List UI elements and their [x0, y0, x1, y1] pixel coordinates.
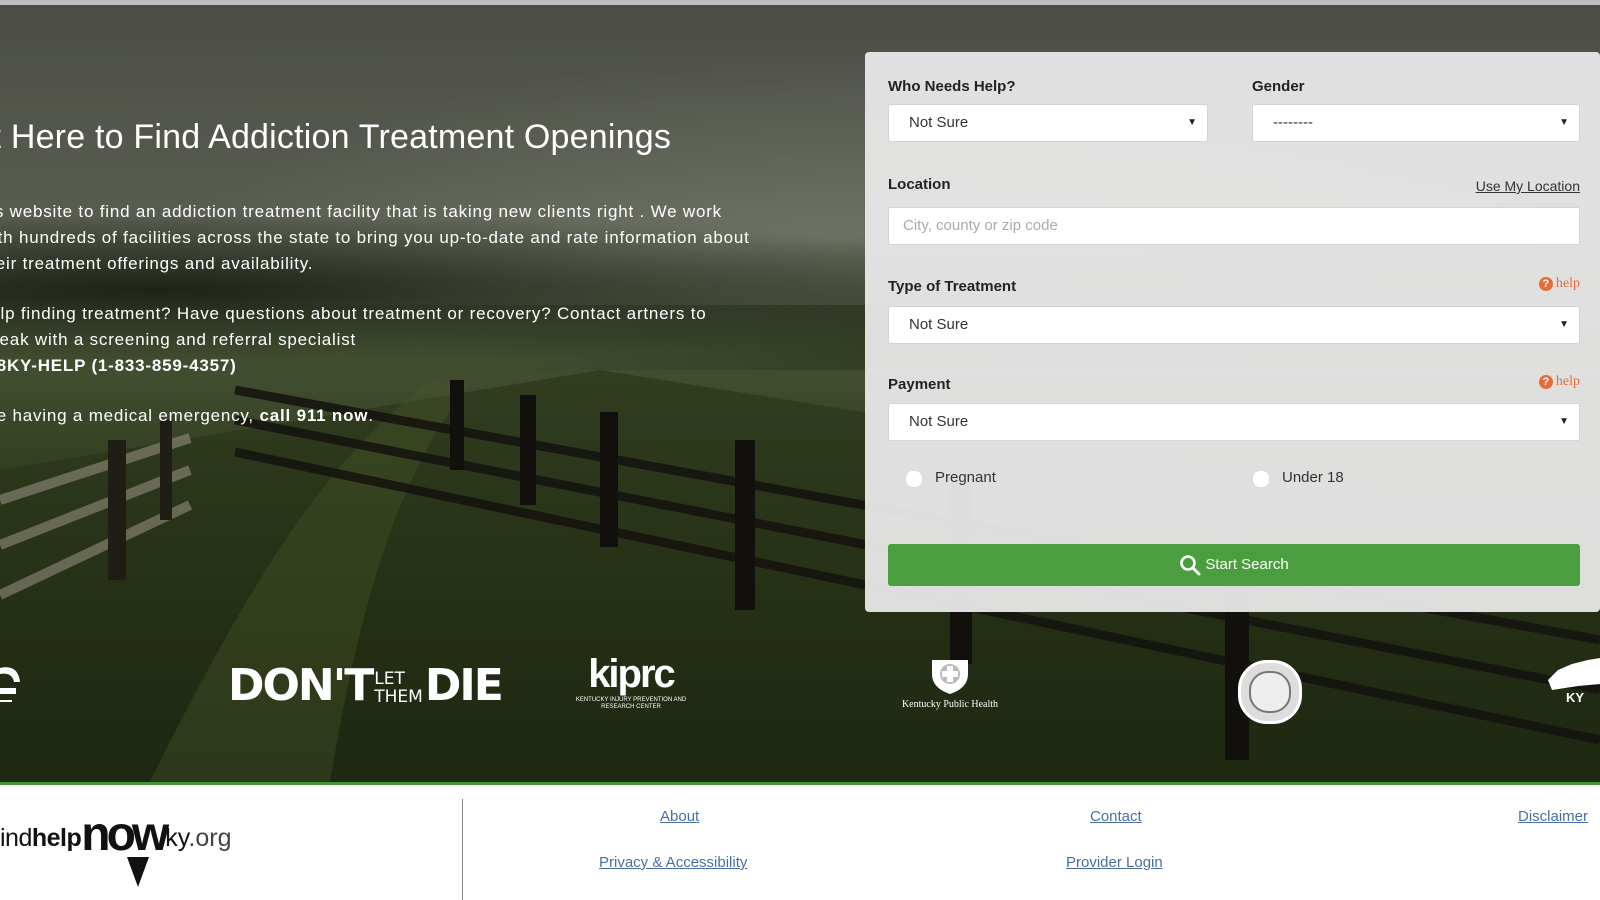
chevron-down-icon: ▼	[1559, 117, 1569, 128]
location-label: Location	[888, 176, 951, 193]
location-placeholder: City, county or zip code	[903, 217, 1058, 234]
treatment-help-text: help	[1555, 276, 1580, 291]
use-my-location-link[interactable]: Use My Location	[1476, 178, 1580, 194]
gender-label: Gender	[1252, 78, 1305, 95]
pregnant-label: Pregnant	[935, 469, 996, 486]
question-icon: ?	[1538, 375, 1553, 389]
question-icon: ?	[1538, 277, 1553, 291]
dont-let-them-die-logo: DON'T LET THEMDIE	[228, 660, 504, 711]
start-search-button[interactable]: Start Search	[888, 544, 1580, 586]
payment-help-link[interactable]: ? help	[1538, 374, 1580, 390]
treatment-type-select[interactable]: Not Sure ▼	[888, 306, 1580, 344]
kiprc-subtitle: KENTUCKY INJURY PREVENTION AND RESEARCH …	[575, 697, 687, 710]
brand-help: help	[31, 824, 82, 852]
payment-select[interactable]: Not Sure ▼	[888, 403, 1580, 441]
hero-section: rt Here to Find Addiction Treatment Open…	[0, 0, 1600, 782]
state-seal-inner	[1249, 671, 1291, 713]
findhelpnowky-logo[interactable]: indhelpnowky.org	[0, 807, 232, 887]
who-needs-help-label: Who Needs Help?	[888, 78, 1016, 95]
partner-logo-left	[0, 667, 20, 702]
emergency-suffix: .	[368, 406, 374, 425]
search-icon	[1180, 555, 1201, 576]
brand-ky: ky	[165, 824, 189, 852]
hero-intro: his website to find an addiction treatme…	[0, 202, 750, 273]
chevron-down-icon: ▼	[1559, 319, 1569, 330]
footer-link-privacy[interactable]: Privacy & Accessibility	[599, 854, 747, 871]
state-seal-logo	[1238, 660, 1302, 724]
footer-link-about[interactable]: About	[660, 808, 699, 825]
hero-text: rt Here to Find Addiction Treatment Open…	[0, 118, 760, 453]
search-form-panel: Who Needs Help? Not Sure ▼ Gender ------…	[865, 52, 1600, 612]
payment-value: Not Sure	[909, 413, 969, 430]
dltd-them: THEM	[374, 687, 423, 707]
dltd-let-them: LET THEM	[374, 670, 423, 706]
brand-org: .org	[188, 824, 232, 852]
footer-link-disclaimer[interactable]: Disclaimer	[1518, 808, 1588, 825]
hotline-number[interactable]: 3-8KY-HELP (1-833-859-4357)	[0, 356, 237, 375]
emergency-action: call 911 now	[259, 406, 369, 425]
page-title: rt Here to Find Addiction Treatment Open…	[0, 118, 672, 156]
map-pin-icon	[127, 857, 149, 887]
gender-select[interactable]: -------- ▼	[1252, 104, 1580, 142]
under-18-checkbox[interactable]	[1252, 470, 1270, 488]
treatment-type-value: Not Sure	[909, 316, 969, 333]
kph-name: Kentucky Public Health	[901, 699, 999, 710]
start-search-label: Start Search	[1205, 556, 1289, 573]
shield-icon	[932, 660, 968, 694]
brand-now: now	[81, 808, 169, 861]
hero-help-copy: help finding treatment? Have questions a…	[0, 304, 707, 349]
who-needs-help-select[interactable]: Not Sure ▼	[888, 104, 1208, 142]
footer: indhelpnowky.org About Contact Disclaime…	[0, 785, 1600, 900]
kentucky-public-health-logo: Kentucky Public Health	[885, 656, 1015, 710]
chevron-down-icon: ▼	[1187, 117, 1197, 128]
kiprc-logo: kiprc KENTUCKY INJURY PREVENTION AND RES…	[575, 652, 687, 711]
dltd-let: LET	[374, 669, 405, 689]
hero-help-text: help finding treatment? Have questions a…	[0, 301, 760, 379]
location-input[interactable]: City, county or zip code	[888, 207, 1580, 245]
brand-find: ind	[0, 824, 32, 852]
dltd-die: DIE	[424, 660, 504, 711]
hero-emergency: are having a medical emergency, call 911…	[0, 403, 760, 429]
payment-help-text: help	[1555, 374, 1580, 389]
kiprc-wordmark: kiprc	[588, 652, 676, 696]
payment-label: Payment	[888, 376, 951, 393]
treatment-help-link[interactable]: ? help	[1538, 276, 1580, 292]
footer-divider	[462, 799, 463, 900]
footer-link-contact[interactable]: Contact	[1090, 808, 1142, 825]
pregnant-checkbox[interactable]	[905, 470, 923, 488]
dltd-dont: DON'T	[228, 660, 374, 711]
footer-link-provider-login[interactable]: Provider Login	[1066, 854, 1163, 871]
chevron-down-icon: ▼	[1559, 416, 1569, 427]
under-18-label: Under 18	[1282, 469, 1344, 486]
emergency-prefix: are having a medical emergency,	[0, 406, 254, 425]
gender-value: --------	[1273, 114, 1313, 131]
who-needs-help-value: Not Sure	[909, 114, 969, 131]
kentucky-state-logo: KY	[1548, 658, 1600, 705]
ky-text: KY	[1566, 690, 1584, 705]
treatment-type-label: Type of Treatment	[888, 278, 1017, 295]
